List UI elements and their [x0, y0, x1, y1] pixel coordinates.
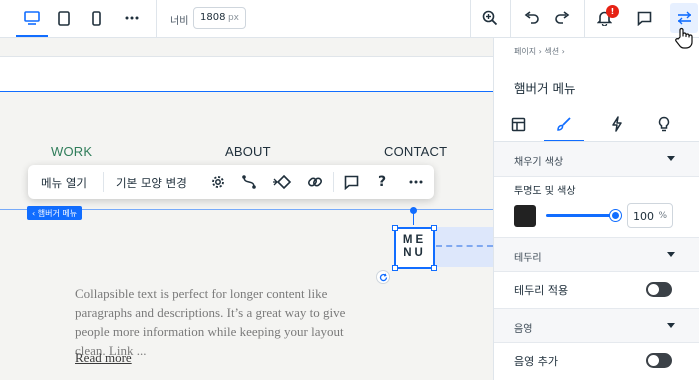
link-icon: [307, 174, 323, 190]
mobile-icon: [91, 10, 101, 26]
resize-handle[interactable]: [431, 225, 437, 231]
link-button[interactable]: [305, 172, 325, 192]
breadcrumb[interactable]: 페이지 › 섹션 ›: [514, 46, 565, 57]
opacity-unit: %: [658, 211, 667, 221]
settings-button[interactable]: [208, 172, 228, 192]
shadow-section-header[interactable]: 음영: [494, 308, 699, 343]
rotate-icon: [379, 273, 388, 282]
apply-border-toggle[interactable]: [646, 282, 672, 297]
hand-cursor-icon: [674, 27, 694, 49]
more-breakpoints-button[interactable]: [116, 3, 148, 33]
element-name-tag[interactable]: ‹ 햄버거 메뉴: [27, 206, 83, 220]
more-horizontal-icon: [125, 16, 139, 20]
chevron-down-icon: [667, 156, 675, 161]
drag-handle-stem: [413, 213, 414, 225]
drag-handle[interactable]: [410, 207, 417, 214]
undo-icon: [524, 11, 540, 25]
resize-handle[interactable]: [392, 225, 398, 231]
opacity-slider[interactable]: [546, 214, 616, 217]
color-swatch[interactable]: [514, 205, 536, 227]
action-bar-divider: [333, 172, 334, 192]
diamond-icon: [272, 174, 292, 190]
width-value: 1808: [200, 12, 226, 23]
opacity-slider-handle[interactable]: [610, 210, 621, 221]
more-actions-button[interactable]: [406, 172, 426, 192]
tablet-icon: [58, 10, 70, 26]
animation-button[interactable]: [239, 172, 259, 192]
toolbar-divider: [584, 0, 585, 38]
toolbar-divider: [156, 0, 157, 38]
add-shadow-toggle[interactable]: [646, 353, 672, 368]
width-unit: px: [227, 13, 239, 23]
effects-button[interactable]: [272, 172, 292, 192]
toolbar-divider: [470, 0, 471, 38]
fill-color-header-label: 채우기 색상: [514, 157, 564, 168]
nav-link-contact[interactable]: CONTACT: [384, 144, 447, 159]
rotate-handle[interactable]: [376, 270, 390, 284]
border-header-label: 테두리: [514, 253, 542, 264]
lightbulb-icon: [658, 116, 670, 132]
desktop-icon: [24, 11, 40, 25]
chevron-down-icon: [667, 252, 675, 257]
brush-icon: [556, 116, 572, 132]
desktop-view-button[interactable]: [16, 3, 48, 37]
nav-link-about[interactable]: ABOUT: [225, 144, 271, 159]
element-action-bar: 메뉴 열기 기본 모양 변경 ?: [28, 165, 434, 199]
lightning-icon: [611, 116, 623, 132]
open-menu-button[interactable]: 메뉴 열기: [41, 175, 87, 191]
comment-icon: [637, 11, 652, 26]
inspector-panel: 페이지 › 섹션 › 햄버거 메뉴 채우기 색상 투명도 및 색상 100 % …: [493, 38, 699, 380]
resize-handle[interactable]: [392, 265, 398, 271]
notification-badge: !: [606, 5, 619, 18]
resize-handle[interactable]: [431, 265, 437, 271]
editor-canvas[interactable]: WORK ABOUT CONTACT ‹ 햄버거 메뉴 메뉴 열기 기본 모양 …: [0, 38, 493, 380]
tablet-view-button[interactable]: [48, 3, 80, 33]
zoom-button[interactable]: [474, 3, 506, 33]
help-button[interactable]: ?: [372, 172, 392, 192]
layout-icon: [511, 117, 526, 132]
header-section[interactable]: [0, 56, 493, 92]
border-section-header[interactable]: 테두리: [494, 237, 699, 272]
mobile-view-button[interactable]: [80, 3, 112, 33]
width-input[interactable]: 1808 px: [193, 7, 246, 29]
panel-title: 햄버거 메뉴: [514, 81, 576, 96]
undo-button[interactable]: [516, 3, 548, 33]
chevron-down-icon: [667, 323, 675, 328]
curve-path-icon: [241, 174, 257, 190]
collapsible-text[interactable]: Collapsible text is perfect for longer c…: [75, 284, 375, 360]
tab-design[interactable]: [544, 108, 584, 142]
change-layout-button[interactable]: 기본 모양 변경: [116, 175, 187, 191]
more-horizontal-icon: [409, 180, 423, 184]
toolbar-divider: [510, 0, 511, 38]
width-label: 너비: [170, 16, 189, 27]
shadow-header-label: 음영: [514, 324, 533, 335]
apply-border-label: 테두리 적용: [514, 284, 569, 297]
opacity-color-label: 투명도 및 색상: [514, 186, 576, 197]
comments-button[interactable]: [628, 3, 660, 33]
comment-icon: [344, 175, 359, 190]
tab-interactions[interactable]: [597, 108, 637, 140]
read-more-link[interactable]: Read more: [75, 350, 132, 366]
fill-color-section-header[interactable]: 채우기 색상: [494, 142, 699, 177]
hamburger-menu-button[interactable]: MENU: [392, 225, 437, 271]
gear-icon: [210, 174, 226, 190]
sliders-icon: [677, 11, 692, 25]
zoom-in-icon: [482, 10, 498, 26]
nav-link-work[interactable]: WORK: [51, 144, 92, 159]
opacity-input[interactable]: 100 %: [627, 203, 673, 228]
comment-button[interactable]: [341, 172, 361, 192]
opacity-value: 100: [633, 210, 654, 223]
selection-highlight: [435, 227, 493, 267]
menu-button-label: MENU: [402, 234, 427, 259]
tab-layout[interactable]: [498, 108, 538, 140]
tab-tips[interactable]: [644, 108, 684, 140]
menu-anchor-dashed-line: [436, 245, 493, 247]
top-toolbar: 너비 1808 px !: [0, 0, 699, 38]
action-bar-divider: [103, 172, 104, 192]
redo-button[interactable]: [546, 3, 578, 33]
redo-icon: [554, 11, 570, 25]
add-shadow-label: 음영 추가: [514, 355, 558, 368]
